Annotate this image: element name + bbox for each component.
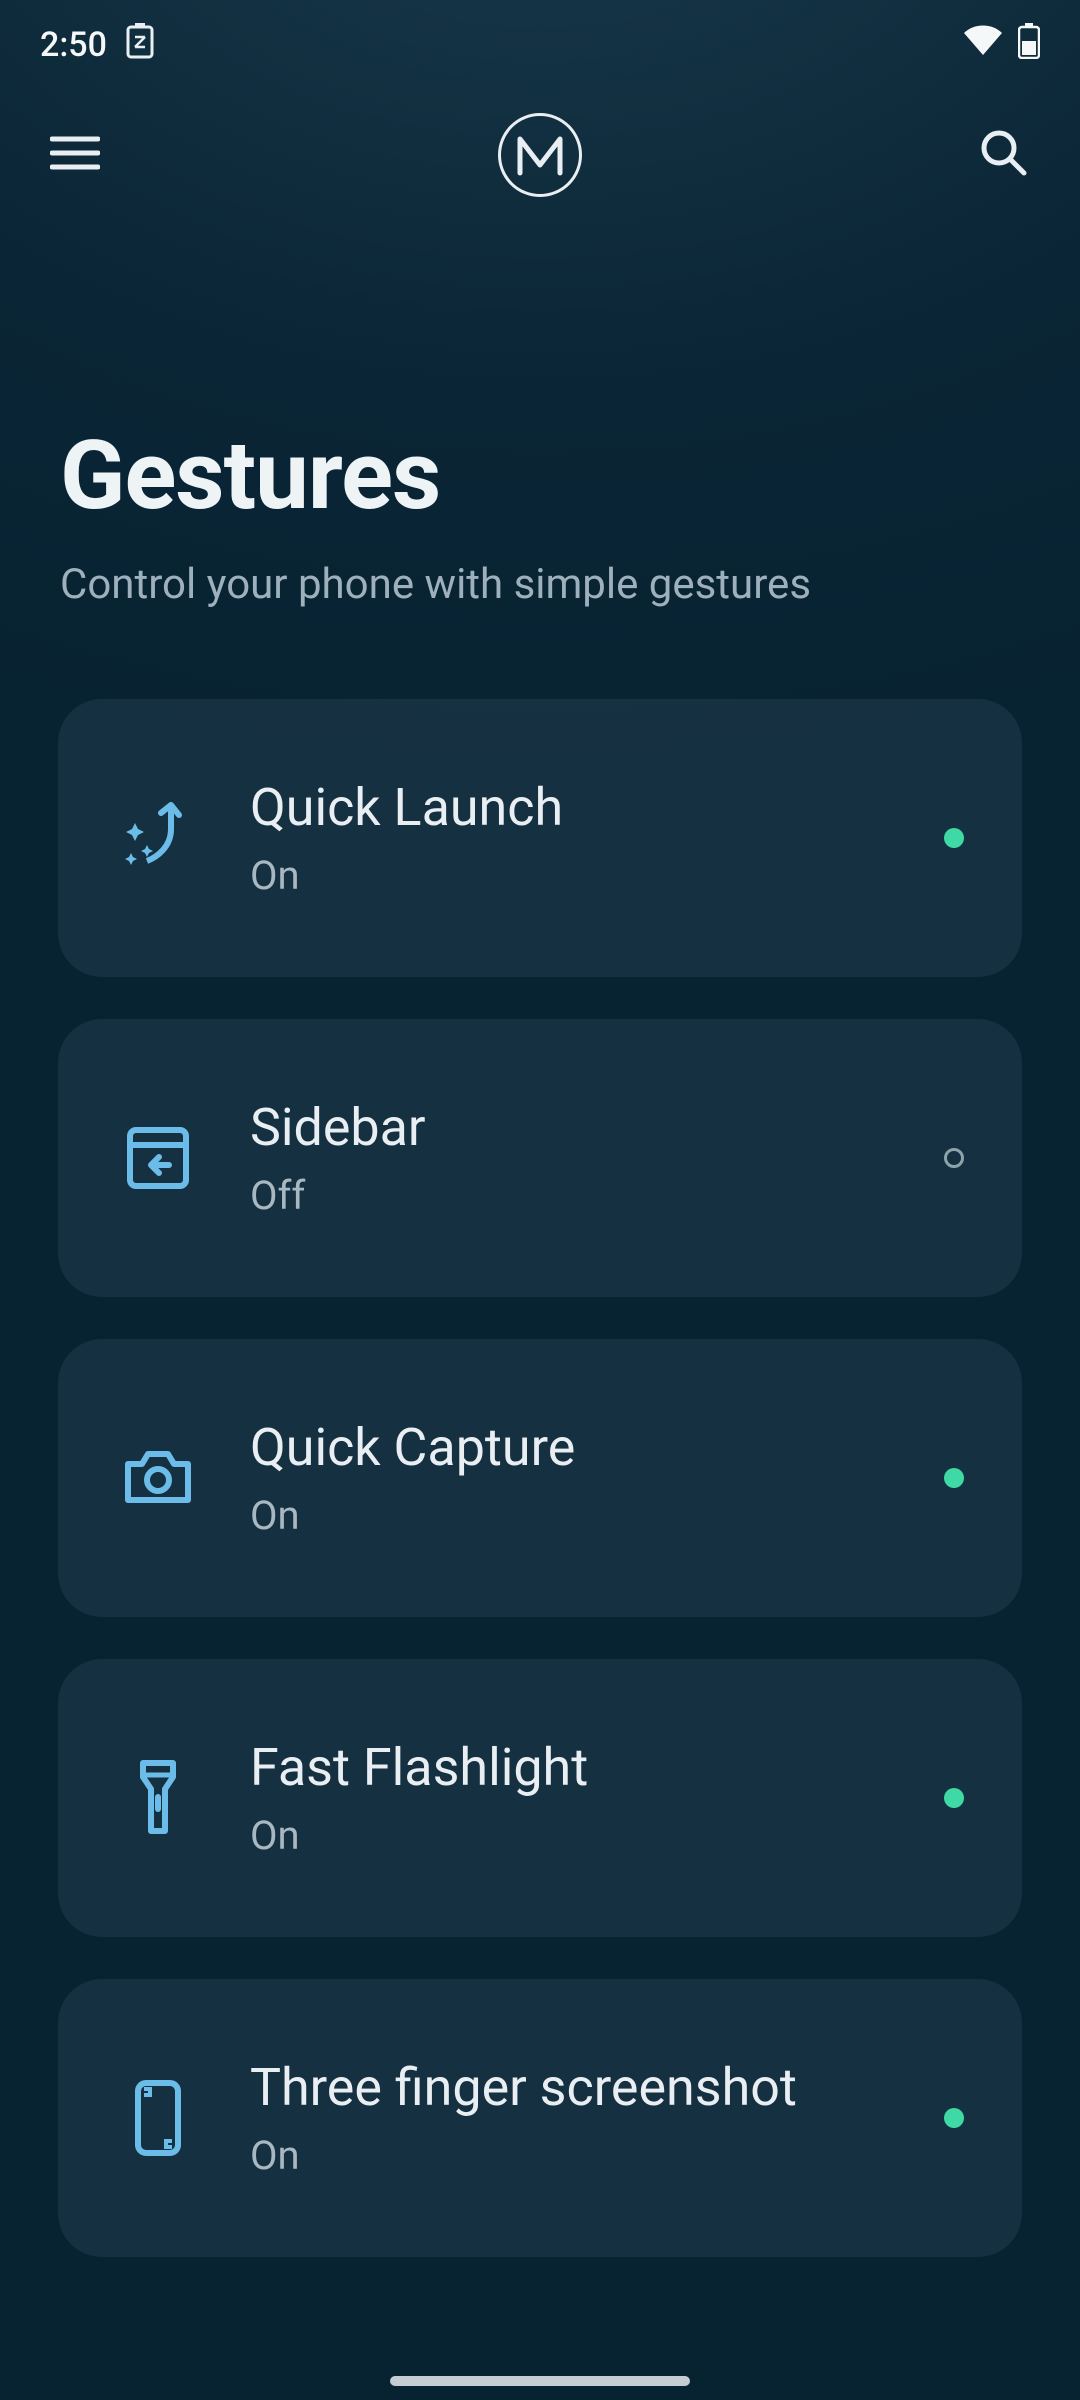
page-subtitle: Control your phone with simple gestures (60, 560, 1020, 609)
card-status: On (250, 852, 944, 899)
card-title: Quick Launch (250, 777, 944, 838)
page-header: Gestures Control your phone with simple … (0, 220, 1080, 699)
battery-saver-icon (125, 23, 155, 68)
battery-icon (1018, 23, 1040, 68)
sidebar-icon (98, 1125, 218, 1191)
status-dot-off (944, 1148, 964, 1168)
gesture-card-fast-flashlight[interactable]: Fast Flashlight On (58, 1659, 1022, 1937)
hamburger-menu-button[interactable] (50, 133, 100, 177)
card-title: Sidebar (250, 1097, 944, 1158)
status-dot-on (944, 2108, 964, 2128)
status-dot-on (944, 828, 964, 848)
card-title: Fast Flashlight (250, 1737, 944, 1798)
card-status: On (250, 1492, 944, 1539)
gesture-list: Quick Launch On Sidebar Off Quick (0, 699, 1080, 2257)
flashlight-icon (98, 1757, 218, 1839)
status-dot-on (944, 1788, 964, 1808)
wifi-icon (962, 25, 1004, 66)
phone-icon (98, 2077, 218, 2159)
moto-logo (498, 113, 582, 197)
gesture-card-sidebar[interactable]: Sidebar Off (58, 1019, 1022, 1297)
camera-icon (98, 1448, 218, 1508)
quick-launch-icon (98, 799, 218, 877)
status-bar: 2:50 (0, 0, 1080, 90)
card-status: On (250, 2132, 944, 2179)
status-dot-on (944, 1468, 964, 1488)
card-status: On (250, 1812, 944, 1859)
page-title: Gestures (60, 420, 1020, 532)
gesture-card-quick-capture[interactable]: Quick Capture On (58, 1339, 1022, 1617)
gesture-card-three-finger-screenshot[interactable]: Three finger screenshot On (58, 1979, 1022, 2257)
nav-handle[interactable] (390, 2376, 690, 2386)
card-title: Quick Capture (250, 1417, 944, 1478)
search-button[interactable] (978, 127, 1030, 183)
card-status: Off (250, 1172, 944, 1219)
app-bar (0, 90, 1080, 220)
status-time: 2:50 (40, 25, 107, 65)
gesture-card-quick-launch[interactable]: Quick Launch On (58, 699, 1022, 977)
card-title: Three finger screenshot (250, 2057, 944, 2118)
